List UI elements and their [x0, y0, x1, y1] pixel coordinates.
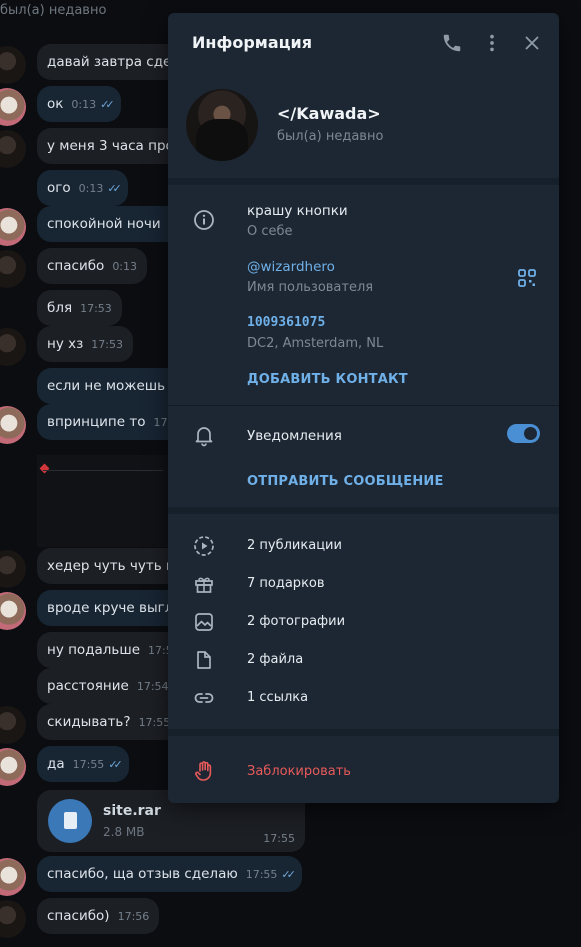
- link-icon: [192, 686, 216, 710]
- more-icon[interactable]: [481, 32, 503, 54]
- sender-avatar[interactable]: [0, 592, 26, 630]
- sender-avatar[interactable]: [0, 706, 26, 744]
- bell-icon: [192, 423, 216, 447]
- message-time: 17:55: [138, 716, 171, 729]
- profile-header: </Kawada> был(а) недавно: [168, 83, 559, 179]
- message-text: спасибо: [47, 258, 105, 274]
- file-name: site.rar: [103, 803, 161, 819]
- sender-avatar[interactable]: [0, 88, 26, 126]
- message-text: спокойной ночи: [47, 216, 161, 232]
- avatar[interactable]: [186, 89, 258, 161]
- sender-avatar[interactable]: [0, 550, 26, 588]
- user-id[interactable]: 1009361075: [247, 315, 325, 330]
- info-icon: [192, 208, 216, 232]
- message-bubble[interactable]: да 17:55 ✓✓: [37, 746, 129, 782]
- media-item-label[interactable]: 2 фотографии: [247, 614, 345, 629]
- message-bubble[interactable]: ну хз 17:53: [37, 326, 133, 362]
- panel-header: Информация: [168, 13, 559, 71]
- profile-name: </Kawada>: [277, 104, 381, 123]
- message-time: 17:56: [117, 910, 150, 923]
- message-bubble[interactable]: скидывать? 17:55: [37, 704, 181, 740]
- message-text: ну подальше: [47, 642, 141, 658]
- divider: [168, 405, 559, 406]
- message-bubble[interactable]: бля 17:53: [37, 290, 122, 326]
- sender-avatar[interactable]: [0, 250, 26, 288]
- media-item-label[interactable]: 7 подарков: [247, 576, 325, 591]
- message-bubble[interactable]: спасибо, ща отзыв сделаю 17:55 ✓✓: [37, 856, 302, 892]
- read-ticks-icon: ✓✓: [281, 868, 296, 881]
- notifications-toggle[interactable]: [507, 424, 540, 443]
- message-bubble[interactable]: ок 0:13 ✓✓: [37, 86, 121, 122]
- message-bubble[interactable]: ого 0:13 ✓✓: [37, 170, 128, 206]
- message-time: 0:13: [71, 98, 97, 111]
- image-message[interactable]: [37, 455, 177, 547]
- bio-label: О себе: [247, 224, 293, 239]
- sender-avatar[interactable]: [0, 328, 26, 366]
- message-text: скидывать?: [47, 714, 131, 730]
- bio-text[interactable]: крашу кнопки: [247, 203, 348, 219]
- message-bubble[interactable]: ну подальше 17:54: [37, 632, 190, 668]
- image-nav-bar: [43, 463, 163, 471]
- photo-icon: [192, 610, 216, 634]
- message-text: да: [47, 756, 65, 772]
- gift-icon: [192, 572, 216, 596]
- username-text[interactable]: @wizardhero: [247, 259, 335, 275]
- sender-avatar[interactable]: [0, 900, 26, 938]
- message-text: если не можешь то: [47, 378, 186, 394]
- message-time: 17:55: [72, 758, 105, 771]
- phone-icon[interactable]: [441, 32, 463, 54]
- file-time: 17:55: [263, 832, 295, 845]
- message-time: 0:13: [112, 260, 138, 273]
- sender-avatar[interactable]: [0, 46, 26, 84]
- file-size: 2.8 MB: [103, 825, 145, 839]
- file-icon: [192, 648, 216, 672]
- media-item-label[interactable]: 1 ссылка: [247, 690, 308, 705]
- sender-avatar[interactable]: [0, 130, 26, 168]
- read-ticks-icon: ✓✓: [107, 182, 122, 195]
- media-item-label[interactable]: 2 публикации: [247, 538, 342, 553]
- file-download-icon[interactable]: [48, 799, 92, 843]
- username-label: Имя пользователя: [247, 280, 374, 295]
- block-user-button[interactable]: Заблокировать: [247, 764, 351, 779]
- message-time: 17:53: [91, 338, 123, 351]
- close-icon[interactable]: [521, 32, 543, 54]
- message-text: расстояние: [47, 678, 129, 694]
- message-time: 17:55: [245, 868, 278, 881]
- section-divider: [168, 729, 559, 736]
- message-time: 0:13: [78, 182, 104, 195]
- message-text: ого: [47, 180, 71, 196]
- sender-avatar[interactable]: [0, 208, 26, 246]
- stories-icon: [192, 534, 216, 558]
- section-divider: [168, 507, 559, 514]
- message-bubble[interactable]: спасибо) 17:56: [37, 898, 160, 934]
- sender-avatar[interactable]: [0, 406, 26, 444]
- chat-status: был(а) недавно: [0, 3, 107, 18]
- profile-status: был(а) недавно: [277, 129, 384, 144]
- message-text: хедер чуть чуть по: [47, 558, 184, 574]
- panel-title: Информация: [192, 33, 312, 52]
- qr-code-icon[interactable]: [517, 268, 537, 288]
- section-divider: [168, 178, 559, 185]
- info-panel: Информация </Kawada> был(а) недавно краш…: [168, 13, 559, 803]
- message-bubble[interactable]: спасибо 0:13: [37, 248, 148, 284]
- message-bubble[interactable]: расстояние 17:54: [37, 668, 179, 704]
- message-text: спасибо): [47, 908, 110, 924]
- send-message-button[interactable]: ОТПРАВИТЬ СООБЩЕНИЕ: [247, 474, 444, 489]
- notifications-label: Уведомления: [247, 428, 342, 444]
- media-item-label[interactable]: 2 файла: [247, 652, 303, 667]
- message-text: ок: [47, 96, 64, 112]
- message-text: бля: [47, 300, 73, 316]
- datacenter-label: DC2, Amsterdam, NL: [247, 336, 384, 351]
- read-ticks-icon: ✓✓: [100, 98, 115, 111]
- message-text: ну хз: [47, 336, 84, 352]
- message-text: спасибо, ща отзыв сделаю: [47, 866, 238, 882]
- read-ticks-icon: ✓✓: [108, 758, 123, 771]
- message-time: 17:53: [80, 302, 112, 315]
- message-text: впринципе то: [47, 414, 146, 430]
- sender-avatar[interactable]: [0, 748, 26, 786]
- block-hand-icon: [192, 759, 216, 783]
- message-time: 17:54: [136, 680, 169, 693]
- sender-avatar[interactable]: [0, 858, 26, 896]
- add-contact-button[interactable]: ДОБАВИТЬ КОНТАКТ: [247, 372, 408, 387]
